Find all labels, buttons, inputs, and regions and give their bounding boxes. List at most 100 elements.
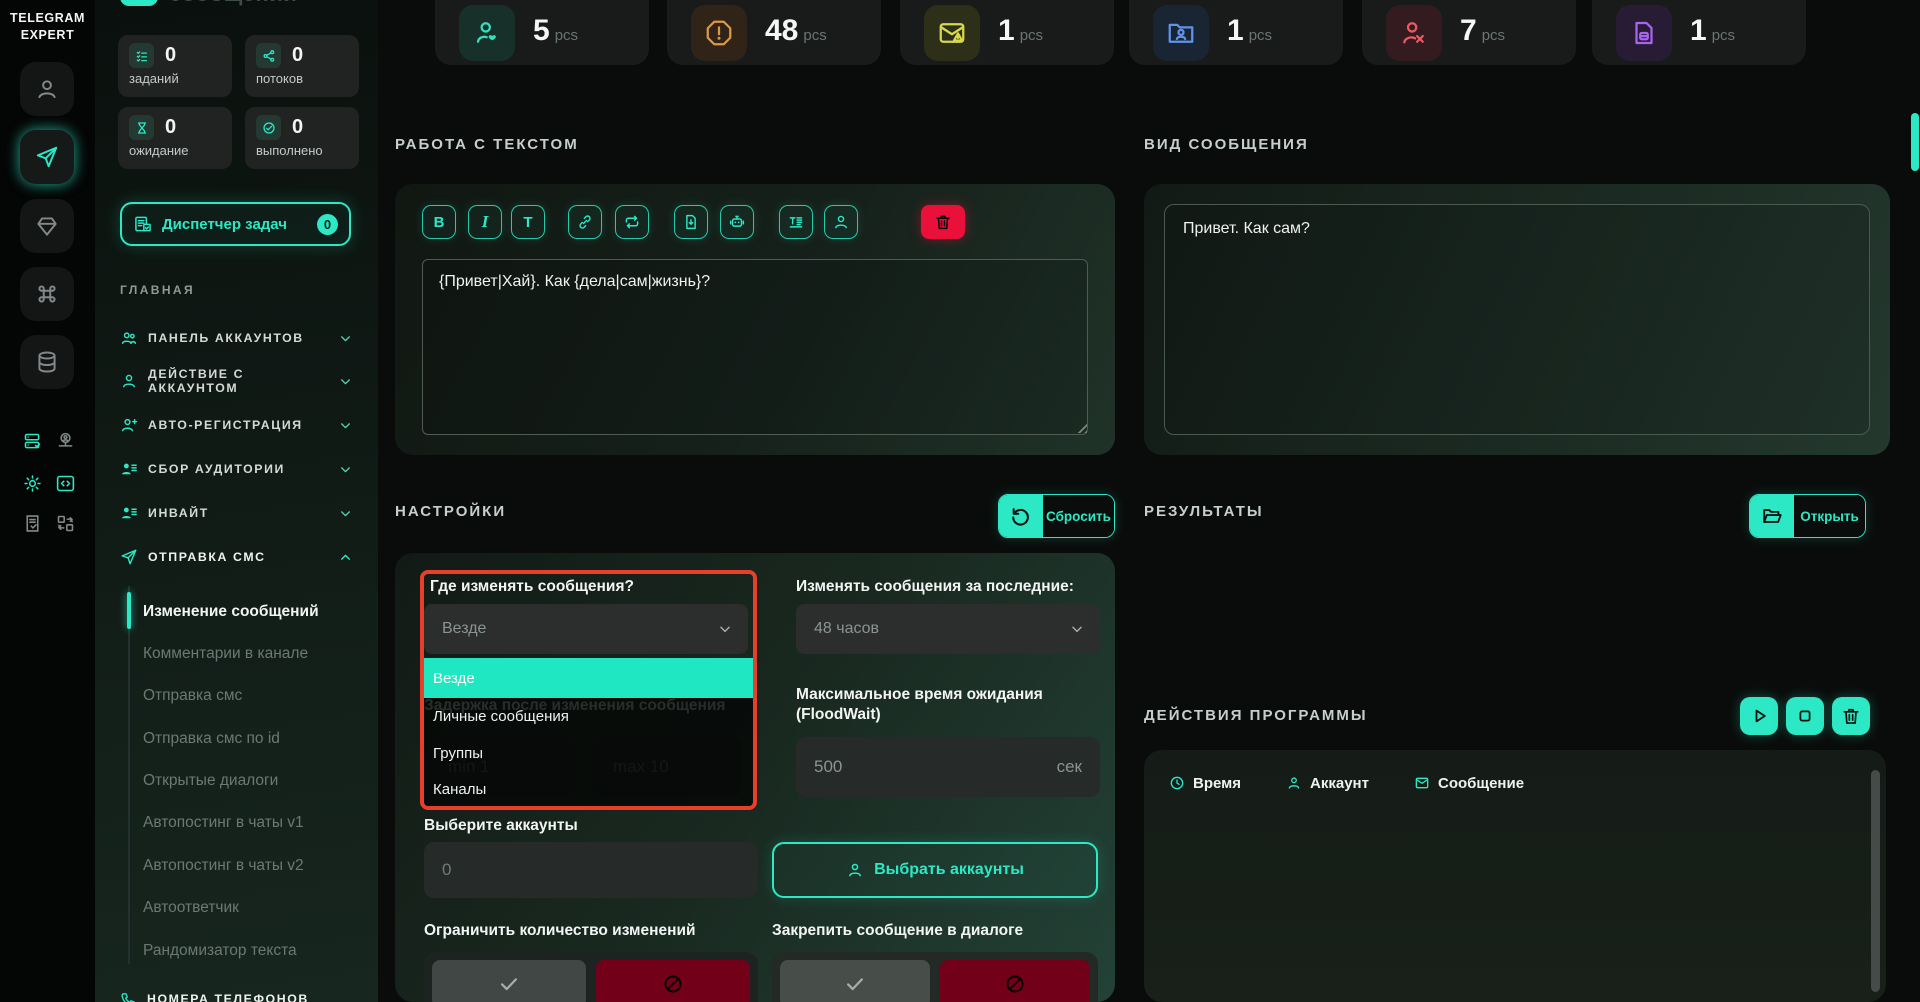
italic-button[interactable]: I — [468, 205, 502, 239]
diamond-rail-button[interactable] — [20, 199, 74, 253]
submenu-item-send-sms-by-id[interactable]: Отправка смс по id — [143, 729, 280, 749]
bold-button[interactable]: B — [422, 205, 456, 239]
submenu-item-edit-messages[interactable]: Изменение сообщений — [143, 602, 319, 622]
column-label: Сообщение — [1438, 775, 1524, 792]
task-manager-icon — [133, 214, 153, 234]
file-add-button[interactable] — [674, 205, 708, 239]
select-accounts-button[interactable]: Выбрать аккаунты — [772, 842, 1098, 898]
open-results-button[interactable]: Открыть — [1749, 494, 1866, 538]
send-rail-button[interactable] — [20, 130, 74, 184]
card-unit: pcs — [1482, 27, 1505, 44]
command-icon — [34, 281, 60, 307]
sidebar-item-phone-numbers[interactable]: НОМЕРА ТЕЛЕФОНОВ — [120, 988, 352, 1002]
report-check-icon[interactable] — [21, 512, 43, 534]
page-scrollbar-thumb[interactable] — [1911, 113, 1919, 171]
sidebar-item-audience-collection[interactable]: СБОР АУДИТОРИИ — [120, 458, 352, 480]
paper-plane-icon — [120, 548, 138, 566]
submenu-item-autoposting-v1[interactable]: Автопостинг в чаты v1 — [143, 813, 304, 833]
mention-user-button[interactable] — [824, 205, 858, 239]
sidebar-item-label: АВТО-РЕГИСТРАЦИЯ — [148, 418, 303, 432]
card-value: 1 — [998, 14, 1015, 48]
column-time: Время — [1169, 770, 1241, 796]
check-icon — [498, 973, 520, 995]
sidebar-item-sms-sending[interactable]: ОТПРАВКА СМС — [120, 546, 352, 568]
card-value: 5 — [533, 14, 550, 48]
checklist-icon — [129, 43, 154, 68]
floodwait-label-line1: Максимальное время ожидания — [796, 686, 1043, 704]
accounts-count-input[interactable]: 0 — [424, 842, 758, 898]
sidebar-item-label: СБОР АУДИТОРИИ — [148, 462, 285, 476]
warning-octagon-icon — [691, 5, 747, 61]
clear-text-button[interactable] — [921, 205, 965, 239]
diamond-icon — [34, 213, 60, 239]
sidebar-item-auto-registration[interactable]: АВТО-РЕГИСТРАЦИЯ — [120, 414, 352, 436]
program-actions-table: Время Аккаунт Сообщение — [1144, 750, 1886, 1002]
message-template-input[interactable]: {Привет|Хай}. Как {дела|сам|жизнь}? — [422, 259, 1088, 435]
pin-yes-button[interactable] — [780, 960, 930, 1002]
open-results-label: Открыть — [1794, 495, 1865, 537]
sidebar-item-label: НОМЕРА ТЕЛЕФОНОВ — [147, 992, 309, 1002]
phone-icon — [120, 991, 137, 1002]
account-network-icon[interactable] — [54, 430, 76, 452]
sim-card-icon — [1616, 5, 1672, 61]
clear-log-button[interactable] — [1832, 697, 1870, 735]
gear-icon[interactable] — [21, 472, 43, 494]
where-edit-value: Везде — [442, 620, 486, 638]
submenu-item-autoresponder[interactable]: Автоответчик — [143, 898, 239, 918]
link-button[interactable] — [568, 205, 602, 239]
sidebar: сообщений 0 заданий 0 потоков 0 ожидание… — [95, 0, 378, 1002]
robot-icon — [728, 213, 746, 231]
limit-no-button[interactable] — [596, 960, 750, 1002]
sidebar-section-label: ГЛАВНАЯ — [120, 283, 195, 297]
chevron-down-icon — [339, 507, 352, 520]
mail-alert-icon — [924, 5, 980, 61]
sidebar-item-label: ПАНЕЛЬ АККАУНТОВ — [148, 331, 304, 345]
submenu-item-open-dialogs[interactable]: Открытые диалоги — [143, 771, 278, 791]
text-format-button[interactable] — [779, 205, 813, 239]
profile-rail-button[interactable] — [20, 62, 74, 116]
reset-settings-button[interactable]: Сбросить — [998, 494, 1115, 538]
settings-panel: Где изменять сообщения? Везде Задержка п… — [395, 553, 1115, 1002]
stop-button[interactable] — [1786, 697, 1824, 735]
card-value: 1 — [1690, 14, 1707, 48]
submenu-item-text-randomizer[interactable]: Рандомизатор текста — [143, 941, 297, 961]
column-message: Сообщение — [1414, 770, 1524, 796]
database-rail-button[interactable] — [20, 335, 74, 389]
dropdown-option-private[interactable]: Личные сообщения — [421, 698, 753, 735]
card-value: 7 — [1460, 14, 1477, 48]
choose-accounts-label: Выберите аккаунты — [424, 817, 578, 835]
task-dispatcher-button[interactable]: Диспетчер задач 0 — [120, 202, 351, 246]
pin-message-label: Закрепить сообщение в диалоге — [772, 922, 1023, 940]
command-rail-button[interactable] — [20, 267, 74, 321]
block-icon — [662, 973, 684, 995]
send-icon — [34, 144, 60, 170]
swap-boxes-icon[interactable] — [54, 512, 76, 534]
start-button[interactable] — [1740, 697, 1778, 735]
submenu-item-send-sms[interactable]: Отправка смс — [143, 686, 242, 706]
where-edit-select[interactable]: Везде — [424, 604, 748, 654]
title-button[interactable]: T — [511, 205, 545, 239]
table-scrollbar-thumb[interactable] — [1871, 770, 1880, 992]
submenu-item-autoposting-v2[interactable]: Автопостинг в чаты v2 — [143, 856, 304, 876]
submenu-item-channel-comments[interactable]: Комментарии в канале — [143, 644, 308, 664]
app-window: TELEGRAM EXPERT сообщений 0 заданий — [0, 0, 1920, 1002]
robot-button[interactable] — [720, 205, 754, 239]
card-unit: pcs — [1020, 27, 1043, 44]
sidebar-item-accounts-panel[interactable]: ПАНЕЛЬ АККАУНТОВ — [120, 327, 352, 349]
limit-yes-button[interactable] — [432, 960, 586, 1002]
pin-no-button[interactable] — [940, 960, 1090, 1002]
stat-label: ожидание — [129, 143, 221, 158]
dropdown-option-groups[interactable]: Группы — [421, 735, 753, 772]
dropdown-option-channels[interactable]: Каналы — [421, 772, 753, 806]
sidebar-item-account-action[interactable]: ДЕЙСТВИЕ С АККАУНТОМ — [120, 370, 352, 392]
stat-label: потоков — [256, 71, 348, 86]
column-label: Аккаунт — [1310, 775, 1369, 792]
chevron-up-icon — [339, 551, 352, 564]
server-check-icon[interactable] — [21, 430, 43, 452]
dropdown-option-everywhere[interactable]: Везде — [421, 658, 753, 698]
floodwait-input[interactable]: 500 сек — [796, 737, 1100, 797]
edit-period-select[interactable]: 48 часов — [796, 604, 1100, 654]
code-window-icon[interactable] — [54, 472, 76, 494]
repeat-button[interactable] — [615, 205, 649, 239]
sidebar-item-invite[interactable]: ИНВАЙТ — [120, 502, 352, 524]
